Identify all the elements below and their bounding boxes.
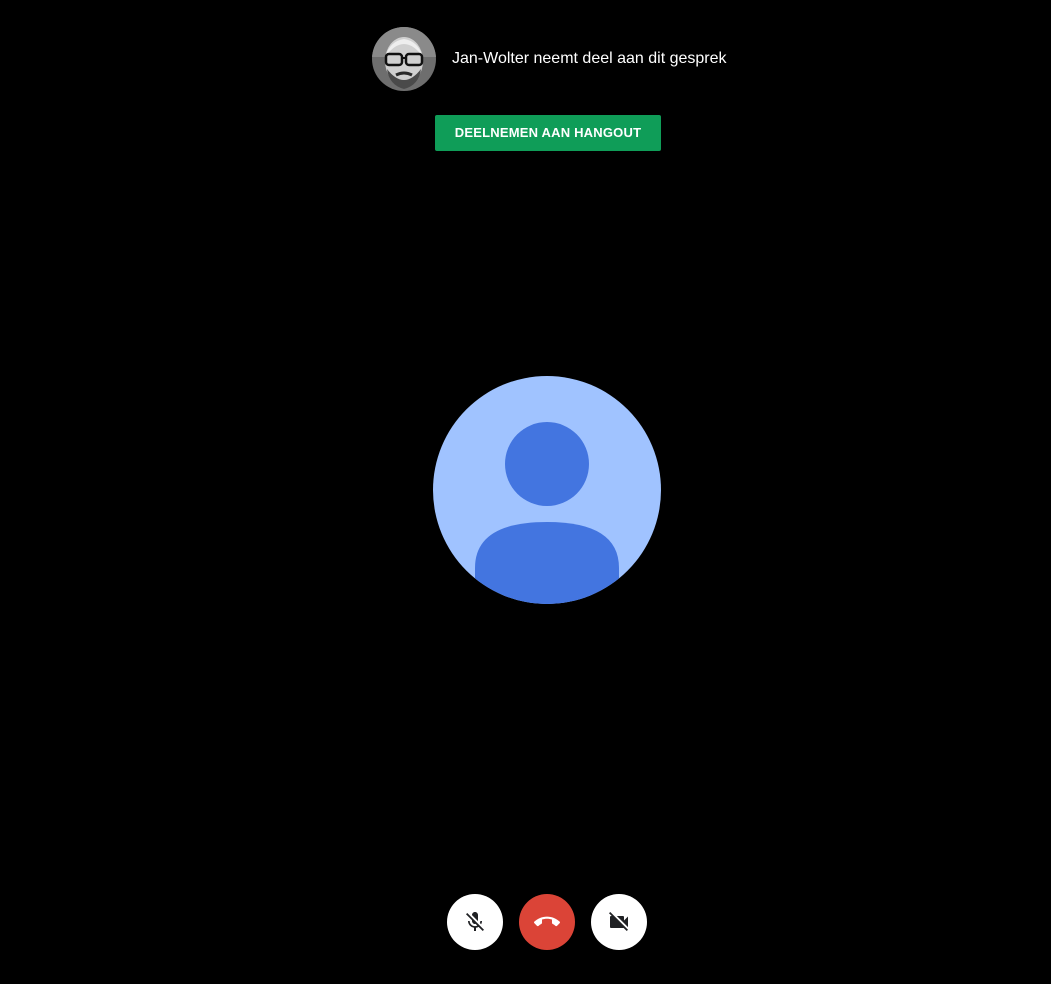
call-screen: Jan-Wolter neemt deel aan dit gesprek DE… xyxy=(0,0,1051,984)
mute-microphone-button[interactable] xyxy=(447,894,503,950)
participant-join-text: Jan-Wolter neemt deel aan dit gesprek xyxy=(452,50,727,67)
end-call-button[interactable] xyxy=(519,894,575,950)
mic-off-icon xyxy=(466,912,484,931)
videocam-off-icon xyxy=(609,912,628,931)
join-hangout-button[interactable]: DEELNEMEN AAN HANGOUT xyxy=(435,115,661,151)
participant-photo-icon xyxy=(372,27,436,91)
participant-join-notice: Jan-Wolter neemt deel aan dit gesprek xyxy=(372,27,727,91)
participant-avatar xyxy=(433,376,661,604)
participant-photo-avatar xyxy=(372,27,436,91)
turn-off-camera-button[interactable] xyxy=(591,894,647,950)
call-controls xyxy=(447,894,647,950)
call-end-icon xyxy=(534,916,560,927)
default-person-avatar-icon xyxy=(433,376,661,604)
